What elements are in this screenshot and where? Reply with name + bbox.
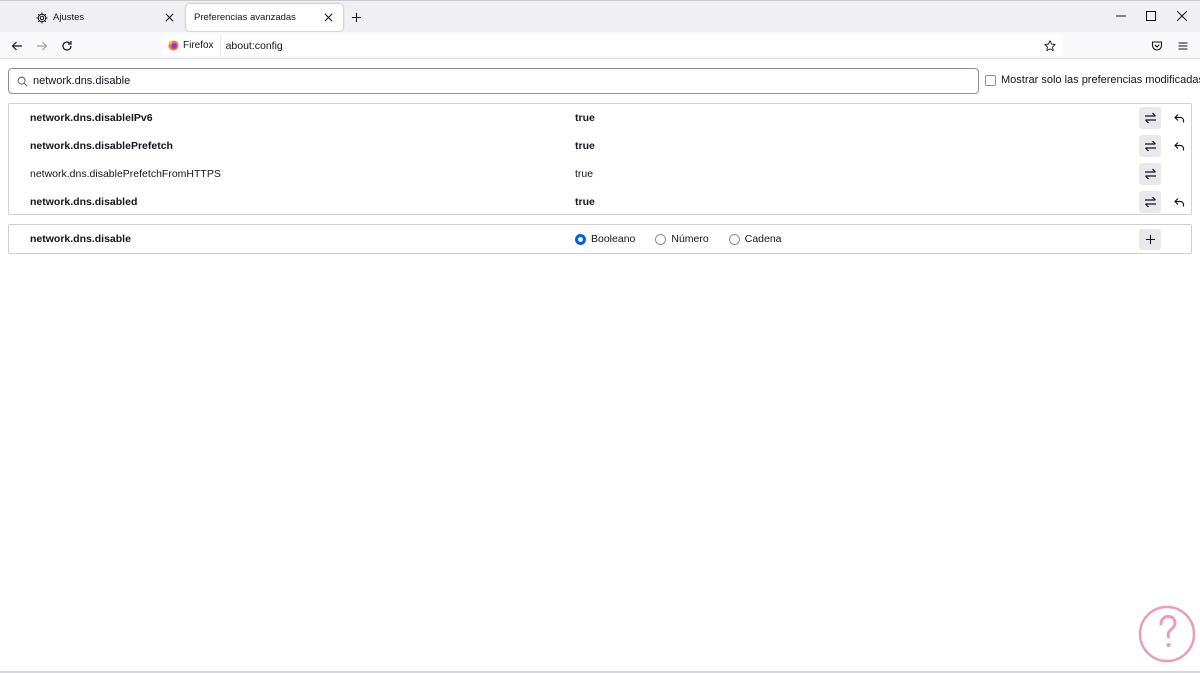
close-window-button[interactable] [1172,7,1192,25]
maximize-button[interactable] [1141,7,1161,25]
plus-icon [1145,234,1155,245]
pref-value[interactable]: true [575,196,595,208]
close-icon[interactable] [162,11,176,25]
maximize-icon [1146,11,1156,21]
swap-arrows-icon [1144,196,1156,208]
table-row: network.dns.disableIPv6 true [9,104,1191,132]
close-icon[interactable] [321,11,335,25]
toggle-button[interactable] [1139,135,1161,157]
identity-box[interactable]: Firefox [162,35,221,56]
search-input[interactable] [33,69,978,93]
pref-name: network.dns.disablePrefetchFromHTTPS [30,168,221,180]
table-row: network.dns.disabled true [9,188,1191,216]
menu-button[interactable] [1173,36,1193,55]
checkbox[interactable] [985,74,996,86]
radio-label: Booleano [591,233,636,245]
back-button[interactable] [7,36,27,55]
reload-icon [62,40,72,51]
arrow-left-icon [11,41,22,50]
radio-numero[interactable]: Número [655,233,709,245]
url-text[interactable]: about:config [226,40,1041,52]
tab-strip: Ajustes Preferencias avanzadas [0,0,1200,32]
new-tab-button[interactable] [347,8,365,26]
close-icon [1177,11,1187,21]
tab-label: Preferencias avanzadas [194,12,296,23]
pref-value[interactable]: true [575,168,593,180]
hamburger-menu-icon [1178,41,1188,50]
arrow-right-icon [37,41,48,50]
add-preference-button[interactable] [1139,229,1161,250]
pocket-icon [1151,40,1163,51]
show-modified-checkbox[interactable]: Mostrar solo las preferencias modificada… [985,74,1200,86]
watermark-logo [1138,605,1196,663]
plus-icon [351,12,361,22]
reload-button[interactable] [57,36,77,55]
table-row: network.dns.disablePrefetchFromHTTPS tru… [9,160,1191,188]
radio-booleano[interactable]: Booleano [575,233,635,245]
reset-button[interactable] [1169,192,1189,212]
swap-arrows-icon [1144,168,1156,180]
minimize-button[interactable] [1111,7,1131,25]
star-icon[interactable] [1041,37,1059,55]
firefox-icon [168,40,179,51]
tab-preferencias-avanzadas[interactable]: Preferencias avanzadas [186,4,343,31]
toggle-button[interactable] [1139,163,1161,185]
undo-icon [1174,141,1185,150]
reset-button[interactable] [1169,136,1189,156]
tab-ajustes[interactable]: Ajustes [27,4,184,31]
gear-icon [35,11,49,25]
radio-cadena[interactable]: Cadena [728,233,782,245]
pref-value[interactable]: true [575,112,595,124]
toggle-button[interactable] [1139,191,1161,213]
swap-arrows-icon [1144,112,1156,124]
radio-label: Cadena [744,233,782,245]
pref-name: network.dns.disablePrefetch [30,140,173,152]
identity-label: Firefox [183,40,214,51]
pref-value[interactable]: true [575,140,595,152]
tab-label: Ajustes [53,12,85,23]
swap-arrows-icon [1144,140,1156,152]
pref-name: network.dns.disabled [30,196,138,208]
reset-button[interactable] [1169,108,1189,128]
radio-button[interactable] [575,233,586,245]
pref-type-radio-group: Booleano Número Cadena [575,233,802,245]
search-box [8,68,979,94]
new-pref-name: network.dns.disable [30,233,131,245]
show-modified-label: Mostrar solo las preferencias modificada… [1001,74,1200,86]
url-bar[interactable]: Firefox about:config [162,35,1063,56]
radio-button[interactable] [728,233,740,245]
radio-label: Número [671,233,709,245]
search-icon [12,71,32,91]
undo-icon [1174,113,1185,122]
minimize-icon [1116,15,1126,17]
toggle-button[interactable] [1139,107,1161,129]
undo-icon [1174,197,1185,206]
pref-name: network.dns.disableIPv6 [30,112,153,124]
nav-bar: Firefox about:config [0,32,1200,59]
radio-button[interactable] [655,233,667,245]
pocket-button[interactable] [1147,36,1167,55]
preferences-table: network.dns.disableIPv6 true network.dns… [8,103,1192,215]
forward-button[interactable] [32,36,52,55]
table-row: network.dns.disablePrefetch true [9,132,1191,160]
add-preference-row: network.dns.disable Booleano Número Cade… [8,224,1192,254]
